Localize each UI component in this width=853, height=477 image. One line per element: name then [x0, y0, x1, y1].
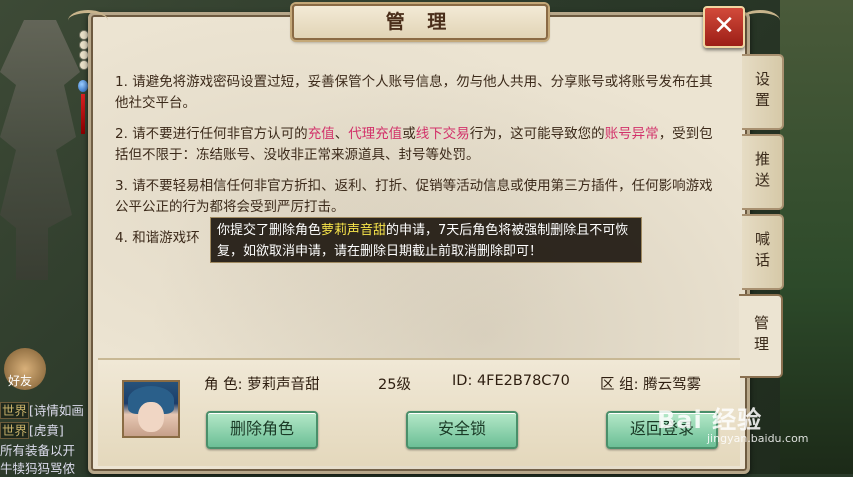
- character-avatar: [122, 380, 180, 438]
- delete-character-button[interactable]: 删除角色: [206, 411, 318, 449]
- security-lock-button[interactable]: 安全锁: [406, 411, 518, 449]
- close-button[interactable]: ✕: [703, 6, 745, 48]
- character-name-highlight: 萝莉声音甜: [321, 223, 387, 238]
- corner-ornament-icon: [740, 10, 780, 31]
- rule-item: 2. 请不要进行任何非官方认可的充值、代理充值或线下交易行为，这可能导致您的账号…: [115, 126, 713, 163]
- tab-settings[interactable]: 设置: [742, 54, 784, 130]
- baidu-watermark: Bai 经验 jingyan.baidu.com: [657, 406, 809, 445]
- chat-line[interactable]: 世界 [诗情如画: [0, 400, 84, 419]
- chat-line[interactable]: 所有装备以开: [0, 440, 75, 459]
- tab-manage[interactable]: 管理: [739, 294, 783, 378]
- delete-notice-tooltip: 你提交了删除角色萝莉声音甜的申请，7天后角色将被强制删除且不可恢复，如欲取消申请…: [210, 217, 642, 263]
- chat-line[interactable]: 世界 [虎賁]: [0, 420, 64, 439]
- dialog-title: 管 理: [292, 4, 548, 40]
- rule-item: 3. 请不要轻易相信任何非官方折扣、返利、打折、促销等活动信息或使用第三方插件，…: [115, 178, 713, 215]
- role-field: 角 色: 萝莉声音甜: [204, 377, 320, 393]
- tab-shout[interactable]: 喊话: [742, 214, 784, 290]
- left-hud: 好友 世界 [诗情如画 世界 [虎賁] 所有装备以开 牛犊犸犸骂侬: [0, 340, 90, 477]
- tab-push[interactable]: 推送: [742, 134, 784, 210]
- friend-label: 好友: [8, 374, 33, 388]
- corner-ornament-icon: [68, 10, 108, 31]
- game-background-right: [780, 0, 853, 474]
- id-field: ID: 4FE2B78C70: [452, 373, 570, 389]
- level-field: 25级: [378, 377, 411, 393]
- zone-field: 区 组: 腾云驾雾: [600, 377, 702, 393]
- rule-item: 1. 请避免将游戏密码设置过短，妥善保管个人账号信息，勿与他人共用、分享账号或将…: [115, 74, 713, 111]
- chat-line[interactable]: 牛犊犸犸骂侬: [0, 458, 75, 477]
